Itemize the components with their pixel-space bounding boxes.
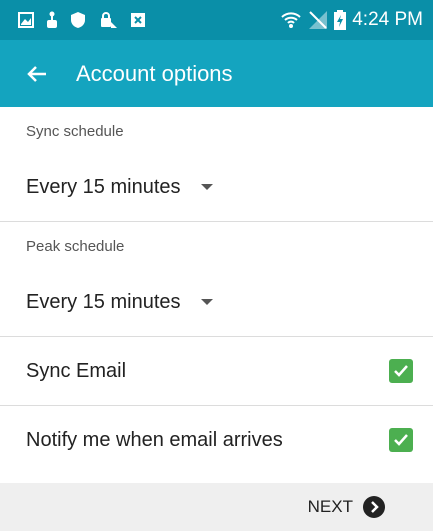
- battery-icon: [334, 10, 347, 30]
- app-bar: Account options: [0, 40, 433, 107]
- status-bar: 4:24 PM: [0, 0, 433, 40]
- account-options-list: Sync schedule Every 15 minutes Peak sche…: [0, 107, 433, 474]
- peak-schedule-dropdown[interactable]: Every 15 minutes: [0, 268, 433, 336]
- caret-down-icon: [200, 184, 213, 190]
- vpn-key-icon: [98, 11, 118, 29]
- page-title: Account options: [76, 60, 233, 86]
- gallery-icon: [18, 12, 34, 28]
- sync-email-row[interactable]: Sync Email: [0, 337, 433, 405]
- notify-email-checkbox[interactable]: [389, 428, 413, 452]
- notify-email-row[interactable]: Notify me when email arrives: [0, 406, 433, 474]
- checkmark-icon: [394, 434, 408, 446]
- usb-icon: [46, 11, 58, 29]
- next-label: NEXT: [307, 497, 353, 516]
- status-left-icons: [18, 11, 158, 29]
- sync-schedule-label: Sync schedule: [26, 123, 124, 140]
- sync-schedule-dropdown[interactable]: Every 15 minutes: [0, 153, 433, 221]
- status-time: 4:24 PM: [352, 9, 423, 30]
- notify-email-label: Notify me when email arrives: [26, 428, 283, 451]
- status-right-icons: 4:24 PM: [274, 9, 423, 31]
- peak-schedule-label: Peak schedule: [26, 238, 125, 255]
- next-button[interactable]: NEXT: [308, 496, 385, 518]
- wifi-icon: [280, 10, 302, 30]
- sync-schedule-value: Every 15 minutes: [26, 175, 181, 198]
- sync-email-label: Sync Email: [26, 359, 127, 382]
- arrow-back-icon[interactable]: [26, 60, 54, 88]
- caret-down-icon: [200, 299, 213, 305]
- bottom-bar: NEXT: [0, 483, 433, 531]
- sync-email-checkbox[interactable]: [389, 359, 413, 383]
- checkmark-icon: [394, 365, 408, 377]
- shield-icon: [70, 11, 86, 29]
- no-sim-icon: [130, 12, 146, 28]
- signal-icon: [308, 10, 328, 30]
- peak-schedule-value: Every 15 minutes: [26, 290, 181, 313]
- arrow-circle-right-icon: [363, 496, 385, 518]
